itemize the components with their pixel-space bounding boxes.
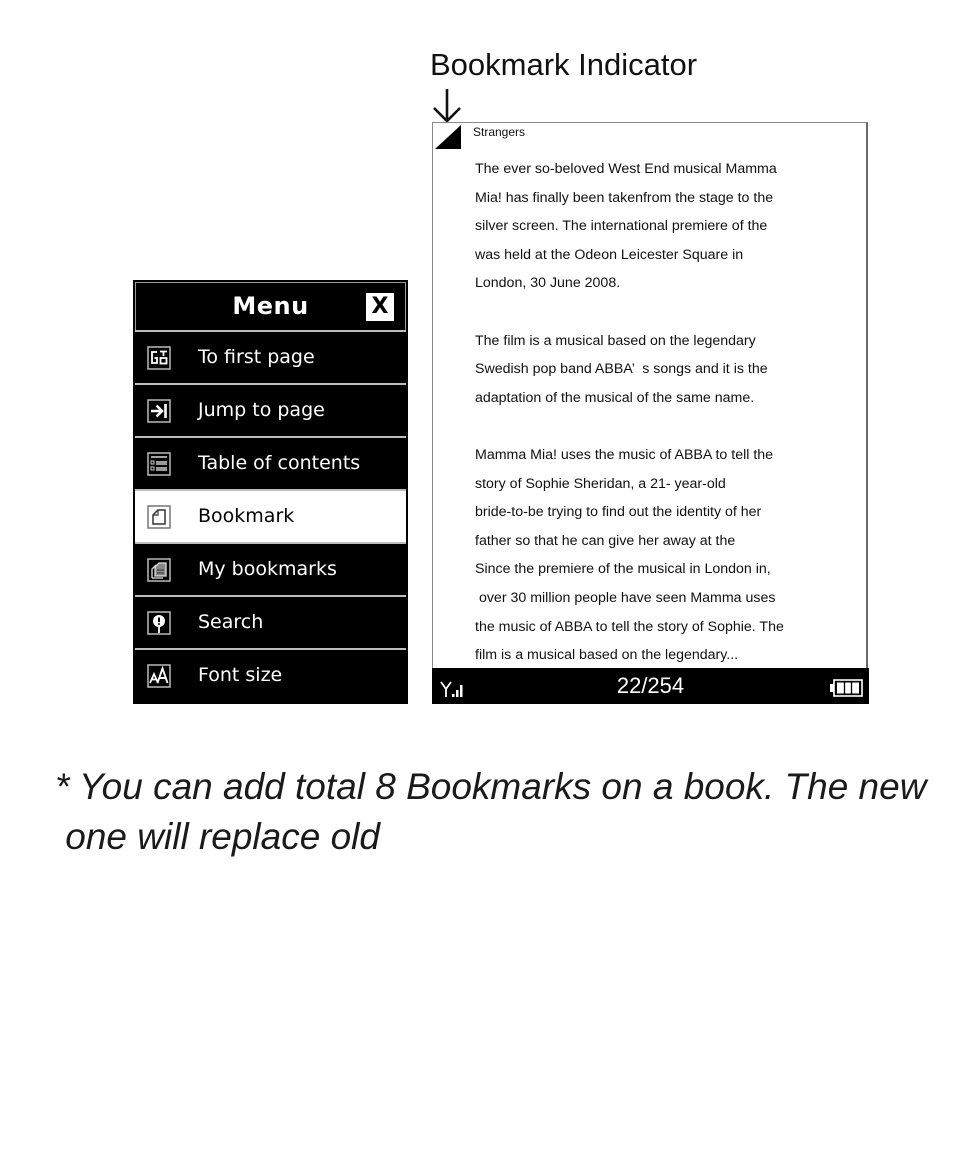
text-line: silver screen. The international premier… <box>475 218 768 235</box>
page-number: 22/254 <box>616 673 685 698</box>
footnote-line: * You can add total 8 Bookmarks on a boo… <box>55 766 927 807</box>
down-arrow-icon <box>433 89 461 123</box>
text-line: The film is a musical based on the legen… <box>475 332 756 349</box>
search-icon <box>147 611 171 635</box>
menu-item-jump-to-page[interactable]: Jump to page <box>135 385 406 438</box>
menu-item-label: My bookmarks <box>198 558 337 580</box>
jump-to-page-icon <box>147 399 171 423</box>
my-bookmarks-icon <box>147 558 171 582</box>
menu-item-label: To first page <box>198 346 315 368</box>
status-bar: 22/254 <box>432 668 869 704</box>
menu-item-my-bookmarks[interactable]: My bookmarks <box>135 544 406 597</box>
text-line: the music of ABBA to tell the story of S… <box>475 618 784 635</box>
footnote: * You can add total 8 Bookmarks on a boo… <box>55 762 945 862</box>
footnote-line: one will replace old <box>55 816 380 857</box>
menu-item-font-size[interactable]: Font size <box>135 650 406 703</box>
text-line: Since the premiere of the musical in Lon… <box>475 561 771 578</box>
text-line: Mia! has finally been takenfrom the stag… <box>475 189 774 206</box>
book-title: Strangers <box>473 125 526 139</box>
text-line: The ever so-beloved West End musical Mam… <box>475 161 777 177</box>
bookmark-icon <box>147 505 171 529</box>
text-line: father so that he can give her away at t… <box>475 532 736 549</box>
text-line: was held at the Odeon Leicester Square i… <box>475 246 744 263</box>
text-line: Mamma Mia! uses the music of ABBA to tel… <box>475 446 774 463</box>
menu-item-to-first-page[interactable]: To first page <box>135 332 406 385</box>
text-line: film is a musical based on the legendary… <box>475 647 739 664</box>
battery-icon <box>830 679 863 697</box>
reader-page: Strangers The ever so-beloved West End m… <box>432 122 869 704</box>
menu-list: To first page Jump to page Table of cont… <box>135 332 406 703</box>
book-text: The ever so-beloved West End musical Mam… <box>475 155 860 670</box>
text-line: bride-to-be trying to find out the ident… <box>475 504 762 521</box>
menu-item-label: Jump to page <box>198 399 325 421</box>
menu-item-table-of-contents[interactable]: Table of contents <box>135 438 406 491</box>
menu-item-label: Search <box>198 611 264 633</box>
text-line: adaptation of the musical of the same na… <box>475 389 755 406</box>
font-size-icon <box>147 664 171 688</box>
text-line: London, 30 June 2008. <box>475 275 621 292</box>
menu-item-label: Bookmark <box>198 505 295 527</box>
menu-item-search[interactable]: Search <box>135 597 406 650</box>
text-line: story of Sophie Sheridan, a 21- year-old <box>475 475 726 492</box>
menu-item-label: Table of contents <box>198 452 361 474</box>
goto-first-icon <box>147 346 171 370</box>
text-line: over 30 million people have seen Mamma u… <box>475 589 776 606</box>
bookmark-indicator-icon <box>435 125 461 149</box>
menu-panel: Menu X To first page Jump to page Table … <box>133 280 408 704</box>
bookmark-indicator-caption: Bookmark Indicator <box>430 47 698 82</box>
menu-header: Menu X <box>135 282 406 332</box>
text-line: Swedish pop band ABBA’ s songs and it is… <box>475 361 768 378</box>
table-of-contents-icon <box>147 452 171 476</box>
close-button[interactable]: X <box>366 293 394 321</box>
menu-item-label: Font size <box>198 664 283 686</box>
menu-item-bookmark[interactable]: Bookmark <box>135 491 406 544</box>
